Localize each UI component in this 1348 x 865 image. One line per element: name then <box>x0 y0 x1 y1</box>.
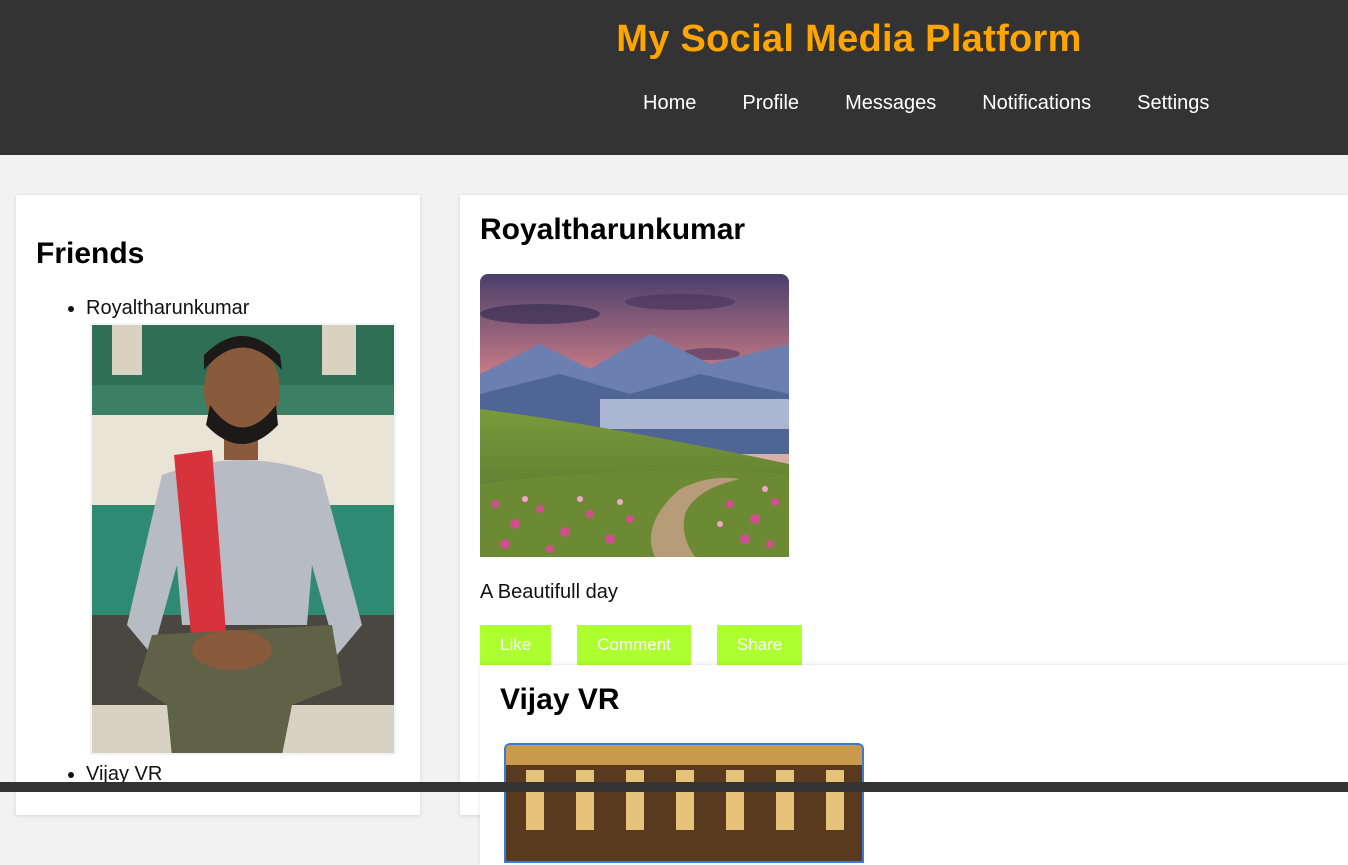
friend-photo[interactable] <box>90 323 396 755</box>
like-button[interactable]: Like <box>480 625 552 665</box>
nav-home[interactable]: Home <box>620 90 719 116</box>
post-image[interactable] <box>504 743 864 863</box>
post-image[interactable] <box>480 274 789 557</box>
friends-title: Friends <box>36 237 145 270</box>
friends-panel: Friends Royaltharunkumar <box>16 195 420 815</box>
post-author[interactable]: Vijay VR <box>500 683 620 717</box>
main-nav: Home Profile Messages Notifications Sett… <box>620 90 1232 116</box>
site-header: My Social Media Platform Home Profile Me… <box>0 0 1348 155</box>
comment-button[interactable]: Comment <box>577 625 691 665</box>
post-caption: A Beautifull day <box>480 581 618 603</box>
nav-profile[interactable]: Profile <box>719 90 822 116</box>
post-card: Vijay VR <box>480 665 1348 865</box>
nav-messages[interactable]: Messages <box>822 90 959 116</box>
bottom-bar <box>0 782 1348 792</box>
share-button[interactable]: Share <box>716 625 803 665</box>
friend-name[interactable]: Royaltharunkumar <box>86 297 249 319</box>
post-actions: Like Comment Share <box>480 625 828 665</box>
site-title: My Social Media Platform <box>616 18 1082 60</box>
nav-settings[interactable]: Settings <box>1114 90 1232 116</box>
post-author[interactable]: Royaltharunkumar <box>480 213 745 247</box>
friend-item[interactable]: Royaltharunkumar <box>86 295 396 755</box>
friends-list: Royaltharunkumar <box>66 295 396 787</box>
feed-panel: Royaltharunkumar A Beautifull day Like C… <box>460 195 1348 865</box>
nav-notifications[interactable]: Notifications <box>959 90 1114 116</box>
